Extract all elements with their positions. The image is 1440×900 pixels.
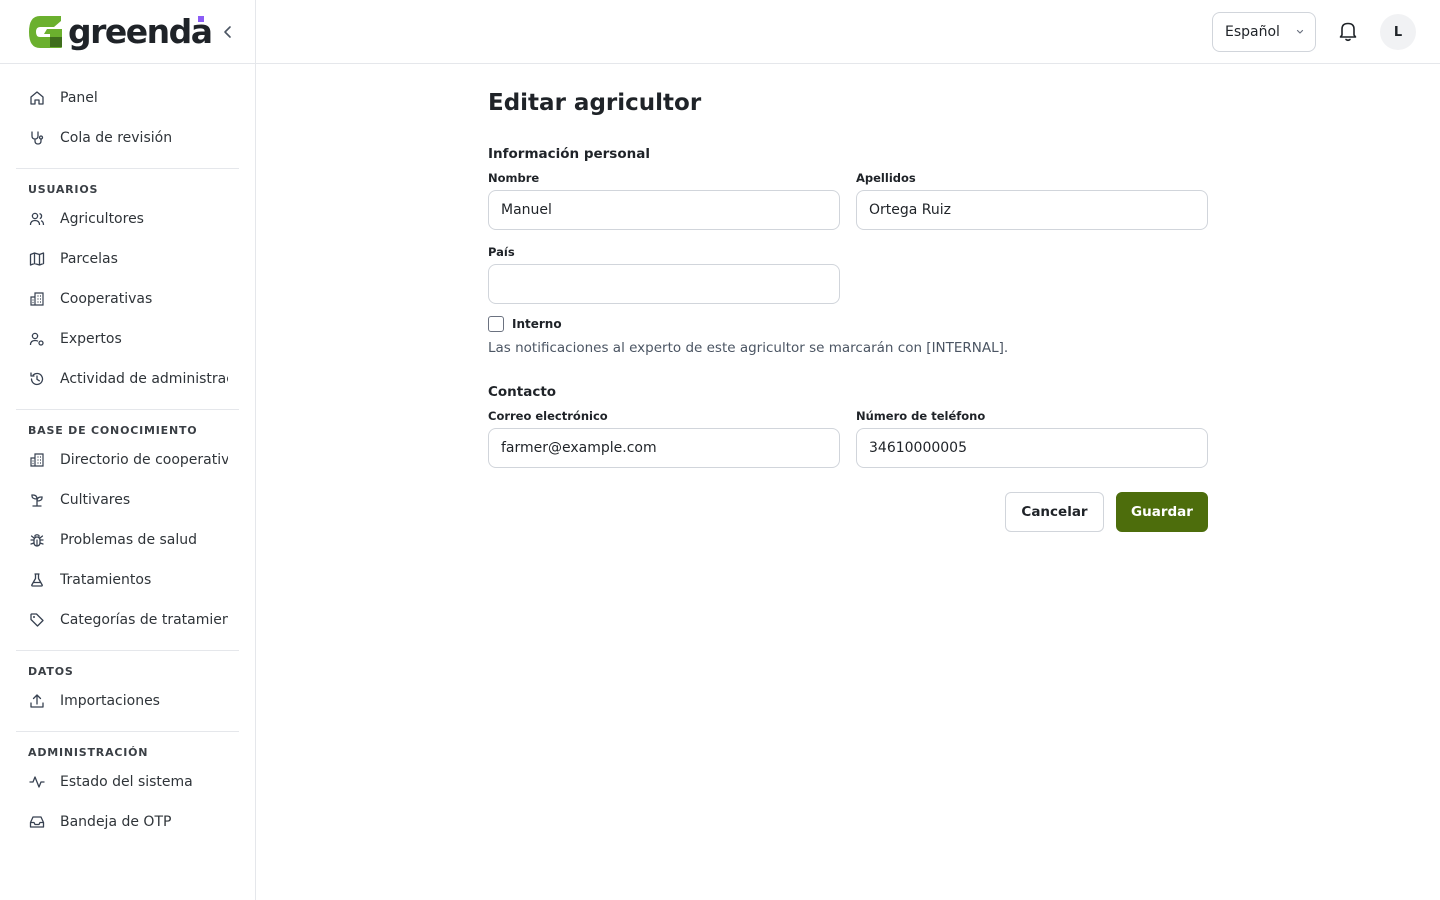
sidebar-item-label: Cola de revisión	[60, 130, 173, 146]
language-select-value: Español	[1225, 24, 1280, 40]
last-name-label: Apellidos	[856, 171, 916, 185]
sidebar-item-farmers[interactable]: Agricultores	[16, 199, 239, 239]
building-icon	[28, 451, 46, 469]
flask-icon	[28, 571, 46, 589]
cancel-button[interactable]: Cancelar	[1005, 492, 1104, 532]
chevron-down-icon	[1296, 29, 1304, 34]
sidebar-item-label: Problemas de salud	[60, 532, 198, 548]
sidebar-item-label: Agricultores	[60, 211, 144, 227]
nav-divider	[16, 168, 239, 169]
section-title-administration: ADMINISTRACIÓN	[28, 745, 149, 759]
phone-label: Número de teléfono	[856, 409, 986, 423]
sidebar-item-review-queue[interactable]: Cola de revisión	[16, 118, 239, 158]
last-name-field[interactable]	[856, 190, 1208, 230]
email-field[interactable]	[488, 428, 840, 468]
sidebar-item-label: Expertos	[60, 331, 122, 347]
top-bar: Español L	[256, 0, 1440, 64]
bug-icon	[28, 531, 46, 549]
sidebar-item-label: Panel	[60, 90, 98, 106]
section-title-knowledge-base: BASE DE CONOCIMIENTO	[28, 423, 198, 437]
map-icon	[28, 250, 46, 268]
first-name-field[interactable]	[488, 190, 840, 230]
sidebar-item-plots[interactable]: Parcelas	[16, 239, 239, 279]
internal-checkbox-row[interactable]: Interno	[488, 316, 562, 332]
sidebar-item-admin-activity[interactable]: Actividad de administración	[16, 359, 239, 399]
users-icon	[28, 210, 46, 228]
country-field[interactable]	[488, 264, 840, 304]
sidebar-item-label: Actividad de administración	[60, 371, 228, 387]
sidebar-item-label: Categorías de tratamientos	[60, 612, 228, 628]
chevron-left-icon	[224, 26, 231, 38]
user-cog-icon	[28, 330, 46, 348]
language-select[interactable]: Español	[1212, 12, 1316, 52]
save-button[interactable]: Guardar	[1116, 492, 1208, 532]
upload-icon	[28, 692, 46, 710]
sidebar-nav: Panel Cola de revisión USUARIOS Agricult…	[0, 64, 255, 842]
inbox-icon	[28, 813, 46, 831]
sidebar-item-treatment-categories[interactable]: Categorías de tratamientos	[16, 600, 239, 640]
avatar[interactable]: L	[1380, 14, 1416, 50]
nav-divider	[16, 650, 239, 651]
sidebar-item-label: Tratamientos	[60, 572, 152, 588]
sidebar: greenda Panel Cola de revisión USUARIOS …	[0, 0, 256, 900]
internal-checkbox[interactable]	[488, 316, 504, 332]
sidebar-item-imports[interactable]: Importaciones	[16, 681, 239, 721]
history-icon	[28, 370, 46, 388]
sidebar-item-cooperatives[interactable]: Cooperativas	[16, 279, 239, 319]
sidebar-item-label: Cultivares	[60, 492, 131, 508]
sidebar-item-cooperative-directory[interactable]: Directorio de cooperativas	[16, 440, 239, 480]
sidebar-item-cultivars[interactable]: Cultivares	[16, 480, 239, 520]
section-title-users: USUARIOS	[28, 182, 99, 196]
brand-header: greenda	[0, 0, 255, 64]
sidebar-item-label: Directorio de cooperativas	[60, 452, 228, 468]
sidebar-item-label: Estado del sistema	[60, 774, 193, 790]
section-title-data: DATOS	[28, 664, 74, 678]
sidebar-item-treatments[interactable]: Tratamientos	[16, 560, 239, 600]
collapse-sidebar-button[interactable]	[218, 22, 238, 42]
sidebar-item-label: Importaciones	[60, 693, 160, 709]
personal-info-heading: Información personal	[488, 146, 650, 162]
building-icon	[28, 290, 46, 308]
home-icon	[28, 89, 46, 107]
sidebar-item-label: Bandeja de OTP	[60, 814, 172, 830]
sidebar-item-health-problems[interactable]: Problemas de salud	[16, 520, 239, 560]
nav-divider	[16, 731, 239, 732]
country-label: País	[488, 245, 515, 259]
phone-field[interactable]	[856, 428, 1208, 468]
sidebar-item-system-status[interactable]: Estado del sistema	[16, 762, 239, 802]
contact-heading: Contacto	[488, 384, 557, 400]
notifications-button[interactable]	[1338, 20, 1358, 42]
tag-icon	[28, 611, 46, 629]
sidebar-item-otp-inbox[interactable]: Bandeja de OTP	[16, 802, 239, 842]
page-title: Editar agricultor	[488, 90, 702, 116]
activity-icon	[28, 773, 46, 791]
internal-checkbox-label: Interno	[512, 317, 562, 331]
bell-icon	[1339, 22, 1357, 42]
logo[interactable]: greenda	[28, 12, 213, 51]
first-name-label: Nombre	[488, 171, 540, 185]
brand-dot	[198, 16, 204, 22]
stethoscope-icon	[28, 129, 46, 147]
brand-name: greenda	[68, 12, 213, 51]
greenda-logo-icon	[29, 15, 62, 48]
sidebar-item-experts[interactable]: Expertos	[16, 319, 239, 359]
sidebar-item-label: Cooperativas	[60, 291, 153, 307]
nav-divider	[16, 409, 239, 410]
sidebar-item-label: Parcelas	[60, 251, 118, 267]
sidebar-item-panel[interactable]: Panel	[16, 78, 239, 118]
sprout-icon	[28, 491, 46, 509]
internal-hint: Las notificaciones al experto de este ag…	[488, 340, 1009, 356]
email-label: Correo electrónico	[488, 409, 608, 423]
